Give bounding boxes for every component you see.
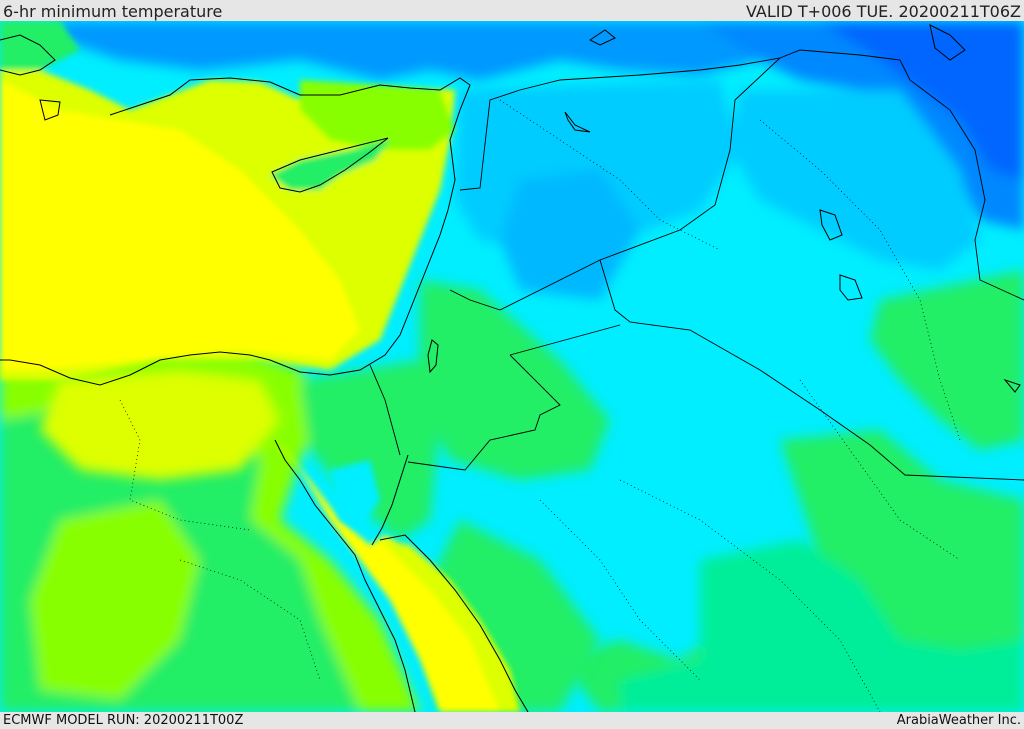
nile-delta-zone <box>40 370 280 480</box>
map-page: 6-hr minimum temperature VALID T+006 TUE… <box>0 0 1024 729</box>
model-run-label: ECMWF MODEL RUN: 20200211T00Z <box>3 713 244 728</box>
valid-time: VALID T+006 TUE. 20200211T06Z <box>745 2 1021 21</box>
header-bar: 6-hr minimum temperature VALID T+006 TUE… <box>0 0 1024 21</box>
temperature-map <box>0 21 1024 712</box>
map-title: 6-hr minimum temperature <box>3 2 223 21</box>
footer-bar: ECMWF MODEL RUN: 20200211T00Z ArabiaWeat… <box>0 712 1024 729</box>
credit-label: ArabiaWeather Inc. <box>896 713 1021 728</box>
